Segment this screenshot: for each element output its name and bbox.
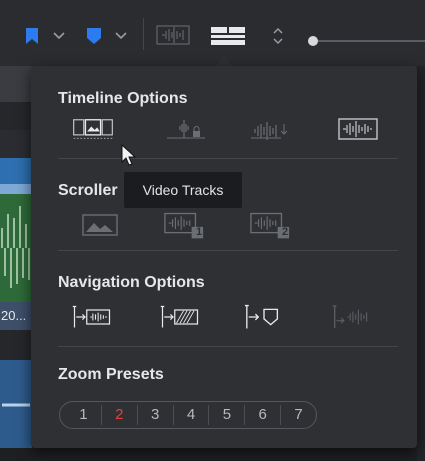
timeline-track xyxy=(0,330,32,360)
zoom-slider-track[interactable] xyxy=(312,40,425,42)
zoom-preset-1[interactable]: 1 xyxy=(66,405,102,425)
section-divider xyxy=(58,250,398,251)
section-divider xyxy=(58,158,398,159)
section-divider xyxy=(58,346,398,347)
mouse-pointer-icon xyxy=(121,143,137,166)
chevron-down-icon[interactable] xyxy=(114,28,128,44)
zoom-presets-control: 1 2 3 4 5 6 7 xyxy=(59,401,317,429)
scroller-badge-1: 1 xyxy=(196,226,203,238)
zoom-preset-4[interactable]: 4 xyxy=(174,405,210,425)
zoom-preset-7[interactable]: 7 xyxy=(281,405,316,425)
audio-clip xyxy=(0,194,32,302)
audio-clip-label-bar: 20... xyxy=(0,302,32,330)
video-clip xyxy=(0,158,32,184)
nav-jump-to-clip-icon[interactable] xyxy=(159,304,201,330)
up-down-arrows-icon[interactable] xyxy=(270,24,286,48)
audio-waveform-box-icon[interactable] xyxy=(337,116,379,142)
audio-waveform-down-icon[interactable] xyxy=(249,116,291,142)
video-clip-strip xyxy=(0,184,32,194)
clip-label: 20... xyxy=(1,308,27,323)
section-title-zoom-presets: Zoom Presets xyxy=(58,366,164,383)
zoom-slider-knob[interactable] xyxy=(308,36,318,46)
zoom-preset-5[interactable]: 5 xyxy=(209,405,246,425)
scroller-badge-2: 2 xyxy=(282,226,289,238)
timeline-view-options-panel: Timeline Options Scroller 1 2 Navigation… xyxy=(31,66,417,448)
timeline-view-options-icon[interactable] xyxy=(210,24,246,48)
section-title-timeline-options: Timeline Options xyxy=(58,90,188,107)
audio-scroller-2-icon[interactable]: 2 xyxy=(249,212,291,239)
chevron-down-icon[interactable] xyxy=(52,28,66,44)
tooltip-text: Video Tracks xyxy=(142,182,224,198)
audio-clip xyxy=(0,360,32,450)
timeline-track xyxy=(0,130,32,158)
zoom-preset-6[interactable]: 6 xyxy=(245,405,282,425)
timeline-toolbar xyxy=(0,0,425,67)
audio-waveform-icon[interactable] xyxy=(156,22,190,48)
section-title-scroller: Scroller xyxy=(58,182,118,199)
timeline-track xyxy=(0,102,32,130)
nav-audio-split-icon[interactable] xyxy=(331,304,373,330)
image-scroller-icon[interactable] xyxy=(79,212,121,238)
bookmark-flag-icon[interactable] xyxy=(22,26,42,46)
audio-track-lock-icon[interactable] xyxy=(165,116,207,142)
timeline-ruler xyxy=(0,66,32,102)
marker-icon[interactable] xyxy=(84,26,104,46)
nav-jump-to-audio-icon[interactable] xyxy=(71,304,113,330)
video-tracks-filmstrip-icon[interactable] xyxy=(72,116,114,142)
tooltip: Video Tracks xyxy=(124,172,242,208)
audio-scroller-1-icon[interactable]: 1 xyxy=(163,212,205,239)
nav-jump-to-marker-icon[interactable] xyxy=(243,304,285,330)
zoom-preset-3[interactable]: 3 xyxy=(138,405,174,425)
section-title-navigation-options: Navigation Options xyxy=(58,274,205,291)
zoom-preset-2[interactable]: 2 xyxy=(102,405,138,425)
